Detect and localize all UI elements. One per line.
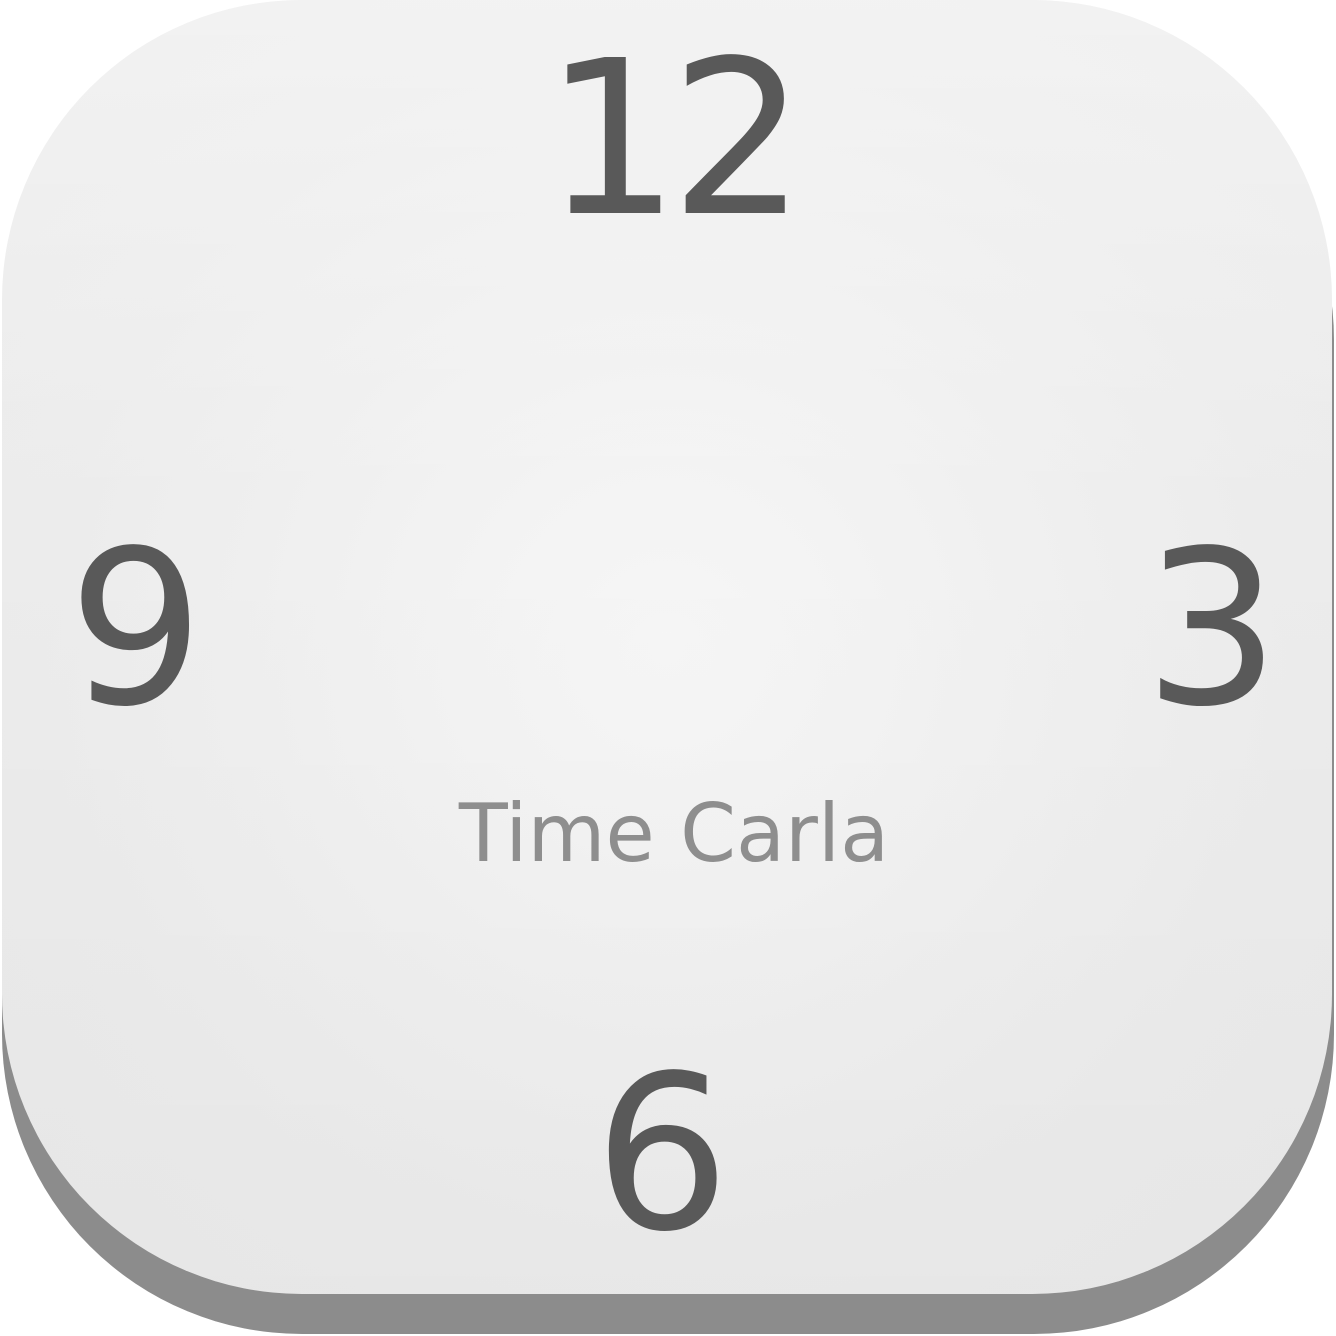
numeral-6: 6 xyxy=(593,1030,731,1279)
numeral-3: 3 xyxy=(1143,505,1281,754)
app-name-label: Time Carla xyxy=(458,787,890,880)
clock-face: 12 3 9 6 Time Carla xyxy=(2,0,1332,1294)
numeral-12: 12 xyxy=(543,15,806,264)
numeral-9: 9 xyxy=(67,505,205,754)
clock-app-icon[interactable]: 12 3 9 6 Time Carla xyxy=(0,0,1336,1336)
